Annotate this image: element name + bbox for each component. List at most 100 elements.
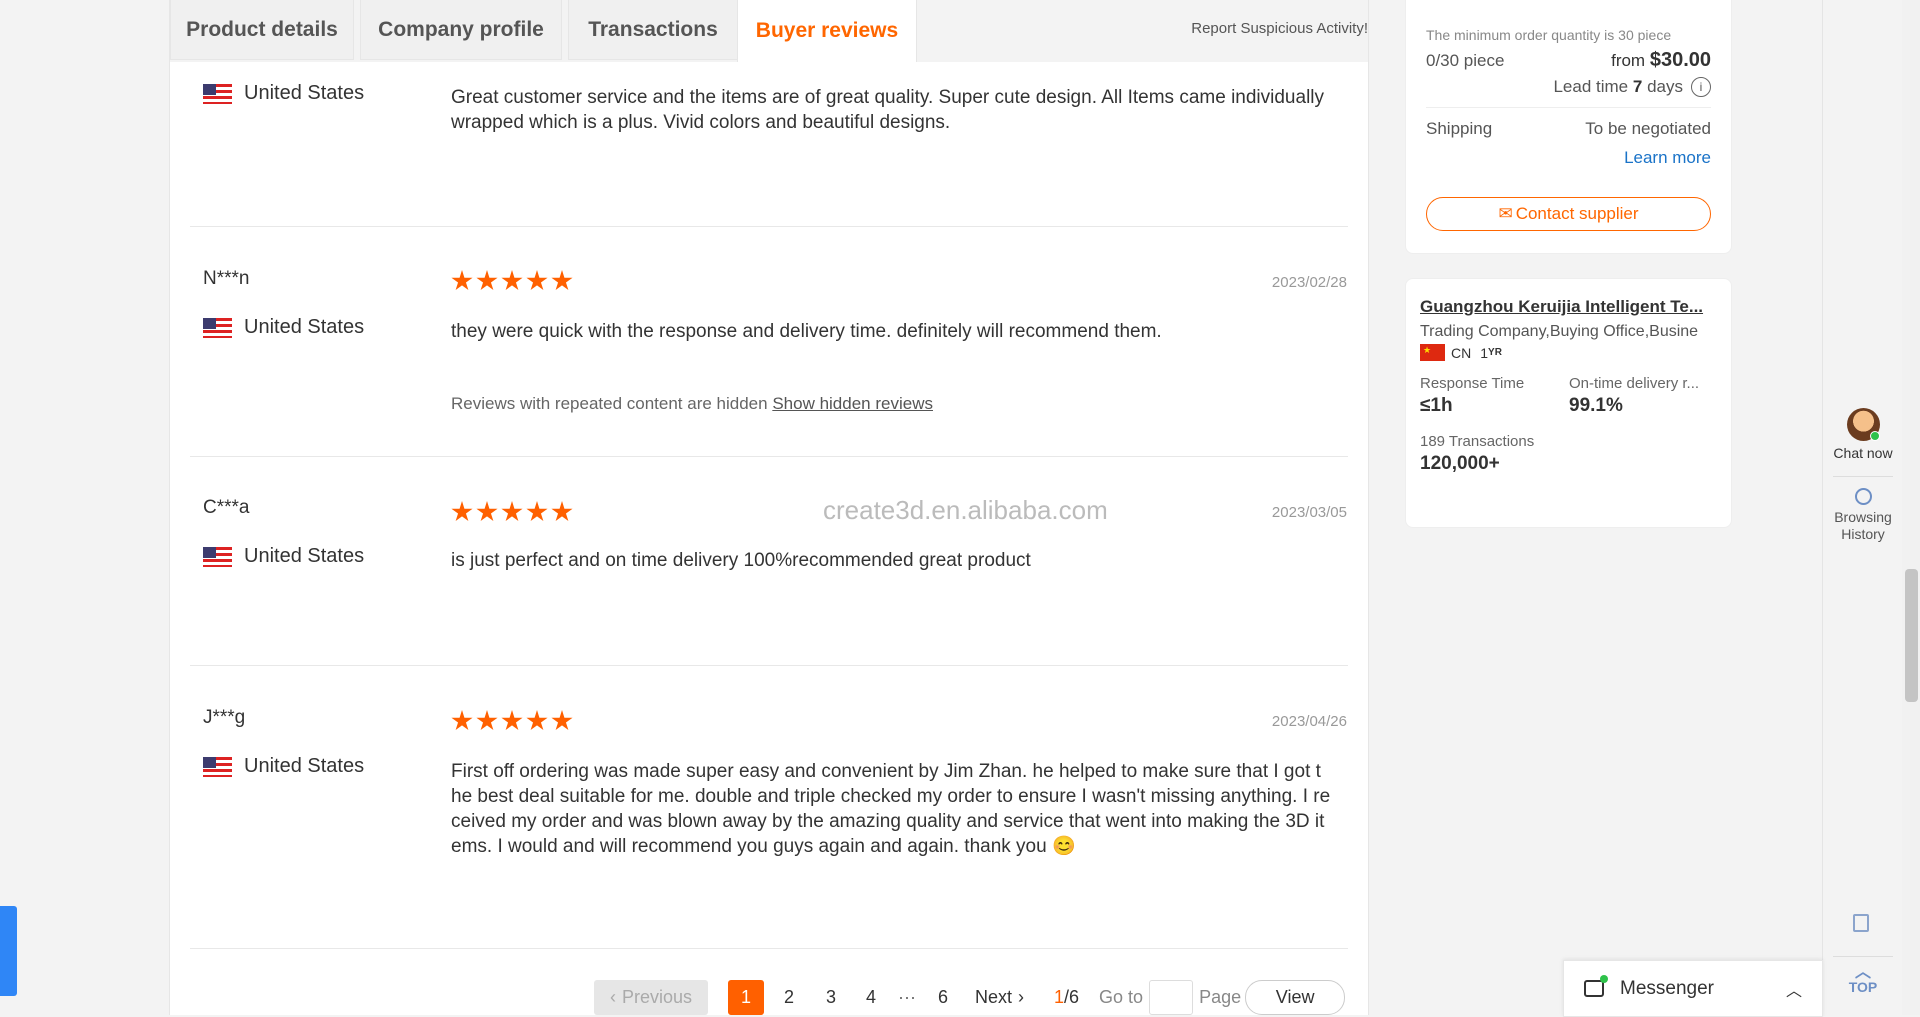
- page-button-3[interactable]: 3: [813, 987, 849, 1008]
- online-dot-icon: [1869, 431, 1880, 441]
- mail-icon: ✉: [1498, 204, 1513, 223]
- scrollbar-thumb[interactable]: [1905, 569, 1918, 702]
- review-item: United States Great customer service and…: [203, 82, 1347, 222]
- tab-transactions[interactable]: Transactions: [568, 0, 738, 60]
- tab-product-details[interactable]: Product details: [170, 0, 354, 60]
- browsing-label: Browsing: [1834, 509, 1892, 525]
- reviewer-country: United States: [203, 755, 364, 778]
- lead-time-label: Lead time: [1553, 77, 1629, 96]
- star-icon: [501, 501, 523, 522]
- messenger-label: Messenger: [1620, 977, 1714, 999]
- price-from: from $30.00: [1611, 49, 1711, 72]
- side-feedback-tab[interactable]: [0, 906, 17, 996]
- page-button-4[interactable]: 4: [853, 987, 889, 1008]
- review-date: 2023/03/05: [1271, 504, 1347, 521]
- hidden-reviews-note: Reviews with repeated content are hidden…: [451, 394, 933, 414]
- watermark: create3d.en.alibaba.com: [823, 495, 1108, 525]
- star-icon: [476, 501, 498, 522]
- country-label: United States: [244, 545, 365, 567]
- company-card: Guangzhou Keruijia Intelligent Te... Tra…: [1405, 278, 1732, 528]
- star-icon: [551, 501, 573, 522]
- view-button[interactable]: View: [1245, 980, 1346, 1015]
- star-icon: [451, 270, 473, 291]
- goto-label: Go to: [1099, 987, 1144, 1007]
- show-hidden-reviews-link[interactable]: Show hidden reviews: [772, 394, 933, 413]
- ontime-delivery-value: 99.1%: [1569, 395, 1623, 416]
- star-icon: [551, 710, 573, 731]
- clock-icon: [1854, 488, 1872, 505]
- reviewer-name: J***g: [203, 707, 246, 728]
- price-value: $30.00: [1649, 49, 1711, 71]
- next-label: Next: [975, 987, 1013, 1007]
- star-icon: [476, 270, 498, 291]
- review-item: N***n 2023/02/28 United States they were…: [203, 268, 1347, 448]
- divider: [1426, 107, 1711, 108]
- lead-time-value: 7: [1632, 77, 1643, 96]
- lead-time-unit: days: [1647, 77, 1683, 96]
- review-item: J***g 2023/04/26 United States First off…: [203, 707, 1347, 937]
- country-label: United States: [244, 755, 365, 777]
- page-button-2[interactable]: 2: [771, 987, 807, 1008]
- scrollbar-track[interactable]: [1902, 0, 1920, 1015]
- country-label: United States: [244, 316, 365, 338]
- star-icon: [551, 270, 573, 291]
- company-type: Trading Company,Buying Office,Busine: [1420, 323, 1699, 340]
- contact-supplier-button[interactable]: ✉ Contact supplier: [1426, 197, 1711, 231]
- review-text: First off ordering was made super easy a…: [451, 761, 1331, 857]
- tab-buyer-reviews[interactable]: Buyer reviews: [737, 0, 917, 62]
- feedback-icon[interactable]: [1853, 914, 1869, 932]
- contact-label: Contact supplier: [1515, 204, 1639, 223]
- shipping-value: To be negotiated: [1585, 119, 1711, 138]
- star-icon: [501, 710, 523, 731]
- page-ellipsis: ···: [898, 987, 916, 1007]
- next-button[interactable]: Next ›: [975, 987, 1024, 1008]
- divider: [190, 665, 1348, 666]
- page-button-1[interactable]: 1: [728, 980, 764, 1015]
- top-label: TOP: [1848, 979, 1878, 995]
- min-order-text: The minimum order quantity is 30 piece: [1426, 27, 1672, 43]
- shipping-label: Shipping: [1426, 119, 1493, 138]
- pagination: ‹ Previous 1 2 3 4 ··· 6 Next › 1/6 Go to …: [594, 980, 1346, 1015]
- page-button-6[interactable]: 6: [925, 987, 961, 1008]
- review-date: 2023/02/28: [1271, 274, 1347, 291]
- us-flag-icon: [203, 546, 232, 567]
- chevron-left-icon: ‹: [609, 987, 616, 1007]
- learn-more-link[interactable]: Learn more: [1624, 148, 1711, 168]
- reviewer-name: N***n: [203, 268, 250, 289]
- report-suspicious-link[interactable]: Report Suspicious Activity!: [1191, 20, 1368, 37]
- country-code: CN: [1451, 344, 1472, 361]
- goto-page-input[interactable]: [1149, 980, 1194, 1015]
- us-flag-icon: [203, 756, 232, 777]
- chevron-right-icon: ›: [1018, 987, 1025, 1007]
- star-icon: [526, 501, 548, 522]
- transactions-label: 189 Transactions: [1420, 433, 1535, 450]
- order-progress: 0/30 piece: [1426, 51, 1505, 70]
- ontime-delivery-label: On-time delivery r...: [1569, 375, 1700, 392]
- messenger-bar[interactable]: Messenger ︿: [1563, 960, 1823, 1017]
- reviewer-country: United States: [203, 82, 364, 105]
- chat-now-label: Chat now: [1833, 445, 1893, 461]
- chat-now-button[interactable]: Chat now: [1823, 408, 1903, 461]
- rating-stars: [451, 270, 573, 292]
- rating-stars: [451, 710, 573, 732]
- star-icon: [526, 710, 548, 731]
- right-rail: Chat now Browsing History ︿ TOP: [1822, 0, 1903, 1015]
- country-label: United States: [244, 82, 365, 104]
- tab-company-profile[interactable]: Company profile: [360, 0, 562, 60]
- back-to-top-button[interactable]: ︿ TOP: [1823, 965, 1903, 995]
- from-label: from: [1611, 51, 1646, 70]
- us-flag-icon: [203, 317, 232, 338]
- page-indicator: 1/6: [1054, 987, 1079, 1008]
- review-date: 2023/04/26: [1271, 713, 1347, 730]
- total-pages: /6: [1064, 987, 1080, 1007]
- info-icon[interactable]: i: [1691, 77, 1711, 97]
- review-text: Great customer service and the items are…: [451, 87, 1325, 133]
- hidden-note-text: Reviews with repeated content are hidden: [451, 394, 768, 413]
- reviewer-name: C***a: [203, 497, 250, 518]
- reviewer-country: United States: [203, 545, 364, 568]
- history-label: History: [1841, 526, 1885, 542]
- lead-time: Lead time 7 days i: [1553, 77, 1711, 97]
- browsing-history-button[interactable]: Browsing History: [1823, 488, 1903, 543]
- previous-button[interactable]: ‹ Previous: [594, 980, 708, 1015]
- company-name-link[interactable]: Guangzhou Keruijia Intelligent Te...: [1420, 297, 1720, 317]
